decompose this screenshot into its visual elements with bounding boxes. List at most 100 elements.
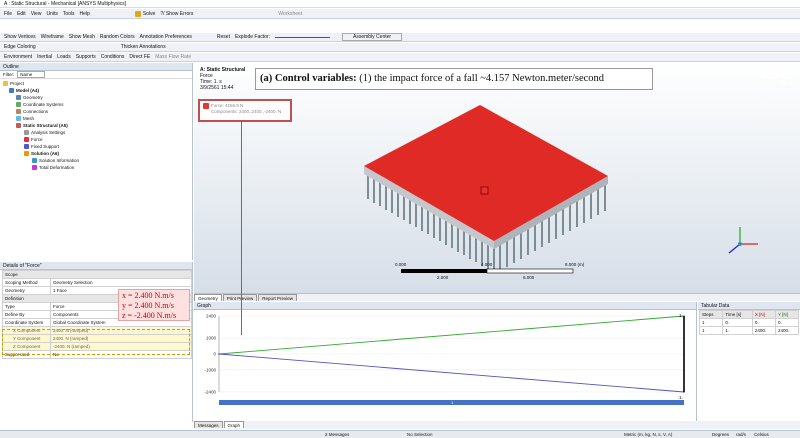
filter-select[interactable]: Name (17, 71, 46, 78)
tab-graph[interactable]: Graph (223, 421, 245, 428)
tabular-cell: 2400. (751, 326, 776, 335)
details-key: Geometry (2, 286, 51, 295)
tree-solution[interactable]: Solution (A6) (24, 151, 59, 156)
tabular-row[interactable]: 1 0. 0. 0. (698, 318, 800, 327)
axes-icon (16, 102, 21, 107)
connector-line (241, 120, 242, 335)
data-point (218, 353, 220, 355)
triad-axes (728, 227, 758, 254)
tree-solution-information[interactable]: Solution Information (32, 158, 79, 163)
heatsink-top-face (364, 105, 608, 241)
details-panel: Details of "Force" Scope Scoping Method G… (0, 262, 193, 422)
tabular-row[interactable]: 1 1. 2400. 2400. (698, 326, 800, 335)
settings-icon (24, 130, 29, 135)
details-key: Scoping Method (2, 278, 51, 287)
assembly-center-select[interactable]: Assembly Center (341, 33, 403, 41)
info-icon (32, 158, 37, 163)
tabular-header: Y [N] (774, 310, 800, 319)
tabular-panel: Tabular Data Steps Time [s] X [N] Y [N] … (698, 302, 800, 421)
show-errors-button[interactable]: ?/ Show Errors (160, 11, 193, 17)
reset-button[interactable]: Reset (217, 34, 230, 40)
edge-coloring-button[interactable]: Edge Coloring (4, 44, 36, 50)
tree-total-deformation[interactable]: Total Deformation (32, 165, 74, 170)
annotation-x: x = 2.400 N.m/s (122, 291, 174, 300)
annotation-prefs-button[interactable]: Annotation Preferences (140, 34, 192, 40)
tabular-header: X [N] (751, 310, 776, 319)
tabular-header: Steps (698, 310, 724, 319)
annotation-z: z = -2.400 N.m/s (122, 311, 177, 320)
environment-button[interactable]: Environment (4, 54, 32, 60)
tree-analysis-settings[interactable]: Analysis Settings (24, 130, 65, 135)
direct-fe-button[interactable]: Direct FE (129, 54, 150, 60)
scale-bar (401, 268, 574, 274)
status-units[interactable]: Metric (m, kg, N, s, V, A) (624, 432, 672, 437)
y-tick-label: -1000 (204, 367, 216, 372)
component-highlight-box (2, 329, 190, 355)
menu-view[interactable]: View (31, 11, 42, 17)
status-rads[interactable]: rad/s (736, 432, 746, 437)
tab-report-preview[interactable]: Report Preview (258, 294, 298, 301)
details-row[interactable]: Scoping Method Geometry Selection (2, 278, 192, 287)
status-messages[interactable]: 2 Messages (325, 432, 349, 437)
menu-tools[interactable]: Tools (63, 11, 75, 17)
graph-title: Graph (194, 302, 696, 310)
worksheet-button[interactable]: Worksheet (278, 11, 302, 17)
graphics-viewport[interactable]: A: Static Structural Force Time: 1. s 3/… (194, 63, 800, 293)
mass-flow-button[interactable]: Mass Flow Rate (155, 54, 191, 60)
tree-force[interactable]: Force (24, 137, 43, 142)
menu-help[interactable]: Help (80, 11, 90, 17)
status-degrees[interactable]: Degrees (712, 432, 729, 437)
scale-label-8: 8.000 (m) (565, 262, 585, 267)
random-colors-button[interactable]: Random Colors (100, 34, 135, 40)
scale-label-2: 2.000 (437, 275, 449, 280)
loads-button[interactable]: Loads (57, 54, 71, 60)
geometry-icon (16, 95, 21, 100)
tab-messages[interactable]: Messages (194, 421, 223, 428)
wireframe-button[interactable]: Wireframe (41, 34, 64, 40)
details-key: Define By (2, 310, 51, 319)
tree-coordinate-systems[interactable]: Coordinate Systems (16, 102, 64, 107)
lightning-icon (134, 10, 141, 17)
solve-label: Solve (142, 10, 156, 17)
thicken-annotations-button[interactable]: Thicken Annotations (121, 44, 166, 50)
status-celsius[interactable]: Celsius (754, 432, 769, 437)
bottom-tabs: Messages Graph (194, 421, 800, 429)
deformation-icon (32, 165, 37, 170)
tree-geometry[interactable]: Geometry (16, 95, 43, 100)
graphics-toolbar: Show Vertices Wireframe Show Mesh Random… (0, 33, 800, 42)
tree-static-structural[interactable]: Static Structural (A5) (16, 123, 68, 128)
window-title: A : Static Structural - Mechanical [ANSY… (4, 1, 126, 7)
y-tick-label: 2400 (206, 314, 217, 319)
tree-label: Force (31, 137, 43, 142)
tree-mesh[interactable]: Mesh (16, 116, 34, 121)
menu-units[interactable]: Units (46, 11, 57, 17)
tabular-cell: 0. (722, 318, 753, 327)
conditions-button[interactable]: Conditions (101, 54, 125, 60)
tab-geometry[interactable]: Geometry (194, 294, 222, 301)
force-graph[interactable]: 240010000-1000-24001.1. (194, 311, 697, 409)
title-bar: A : Static Structural - Mechanical [ANSY… (0, 0, 800, 8)
supports-button[interactable]: Supports (76, 54, 96, 60)
tree-model[interactable]: Model (A4) (9, 88, 39, 93)
inertial-button[interactable]: Inertial (37, 54, 52, 60)
explode-slider[interactable] (274, 36, 330, 38)
tabular-cell: 1 (698, 318, 724, 327)
model-icon (9, 88, 14, 93)
force-values-annotation: x = 2.400 N.m/s y = 2.400 N.m/s z = -2.4… (118, 289, 190, 321)
annotation-toolbar: Edge Coloring Thicken Annotations (0, 43, 800, 52)
show-mesh-button[interactable]: Show Mesh (69, 34, 95, 40)
tabular-cell: 2400. (774, 326, 800, 335)
show-vertices-button[interactable]: Show Vertices (4, 34, 36, 40)
menu-file[interactable]: File (4, 11, 12, 17)
solve-button[interactable]: Solve (134, 10, 156, 17)
tree-project[interactable]: Project (3, 81, 24, 86)
tree-label: Analysis Settings (31, 130, 66, 135)
tree-label: Connections (23, 109, 49, 114)
menu-edit[interactable]: Edit (17, 11, 26, 17)
explode-factor-label: Explode Factor: (234, 34, 270, 40)
tree-connections[interactable]: Connections (16, 109, 48, 114)
series-line (218, 353, 685, 393)
graph-panel: Graph 2400 1000 0 -1000 -2400 1. 1. 1 (194, 302, 697, 421)
tree-fixed-support[interactable]: Fixed Support (24, 144, 59, 149)
tabular-cell: 1 (698, 326, 724, 335)
